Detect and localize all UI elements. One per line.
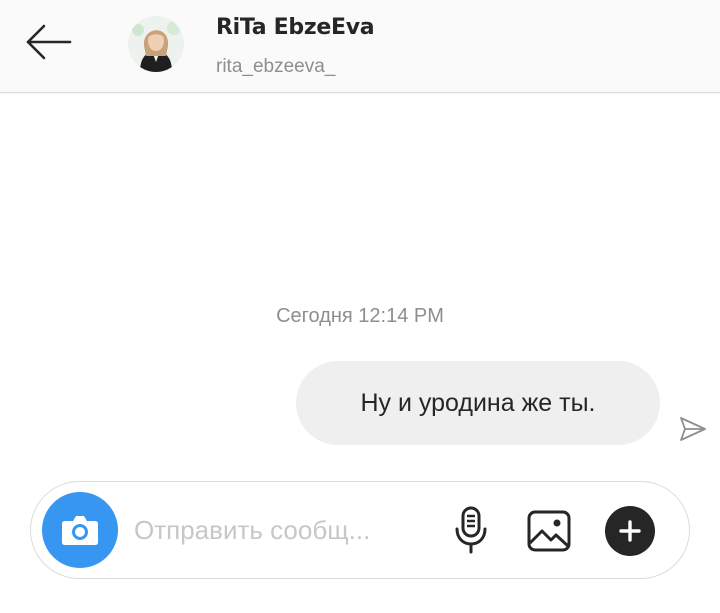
camera-button[interactable] [42, 492, 118, 568]
microphone-icon [455, 506, 487, 554]
message-timestamp: Сегодня 12:14 PM [276, 305, 444, 327]
profile-photo [128, 16, 184, 72]
message-text: Ну и уродина же ты. [360, 388, 596, 417]
chat-username: rita_ebzeeva_ [216, 56, 336, 77]
avatar[interactable] [128, 16, 184, 72]
microphone-button[interactable] [449, 504, 493, 556]
chat-user-name[interactable]: RiTa EbzeEva [216, 15, 375, 40]
image-icon [527, 510, 571, 552]
back-button[interactable] [18, 18, 78, 66]
camera-icon [62, 516, 98, 545]
plus-icon [619, 520, 641, 542]
chat-header: RiTa EbzeEva rita_ebzeeva_ [0, 0, 720, 93]
message-input[interactable] [134, 508, 424, 552]
arrow-left-icon [26, 24, 72, 60]
message-composer [30, 481, 690, 579]
add-more-button[interactable] [605, 506, 655, 556]
outgoing-message-bubble[interactable]: Ну и уродина же ты. [296, 361, 660, 445]
paper-plane-icon [680, 417, 706, 441]
gallery-button[interactable] [525, 508, 573, 554]
